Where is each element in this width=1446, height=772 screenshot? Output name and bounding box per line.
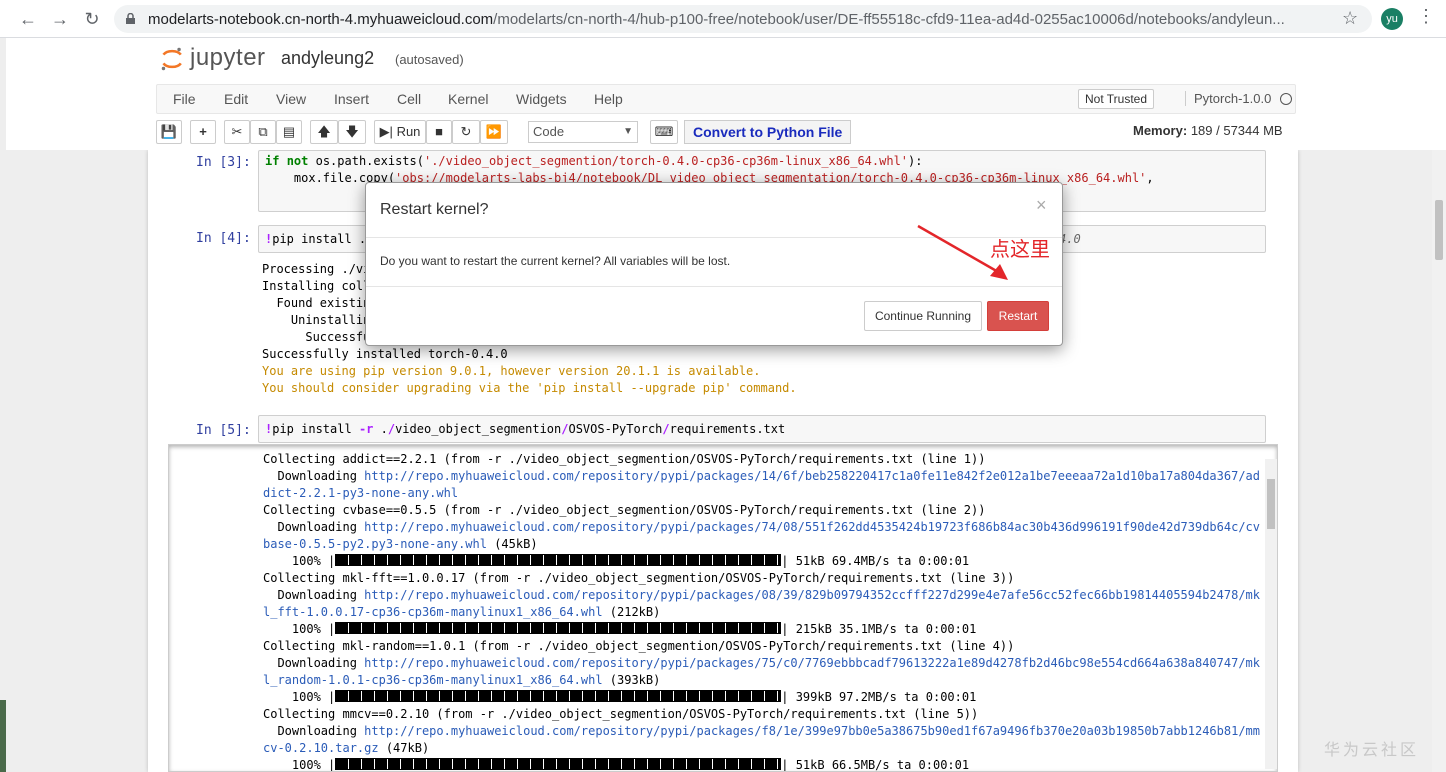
continue-running-button[interactable]: Continue Running [864,301,982,331]
close-icon[interactable]: × [1036,195,1047,216]
annotation-label: 点这里 [990,239,1050,261]
dialog-message: Do you want to restart the current kerne… [380,254,731,268]
watermark: 华为云社区 [1324,742,1420,759]
restart-button[interactable]: Restart [987,301,1049,331]
left-edge-strip [0,700,6,772]
dialog-title: Restart kernel? [380,201,489,218]
modal-backdrop: Restart kernel? × Do you want to restart… [0,0,1446,772]
